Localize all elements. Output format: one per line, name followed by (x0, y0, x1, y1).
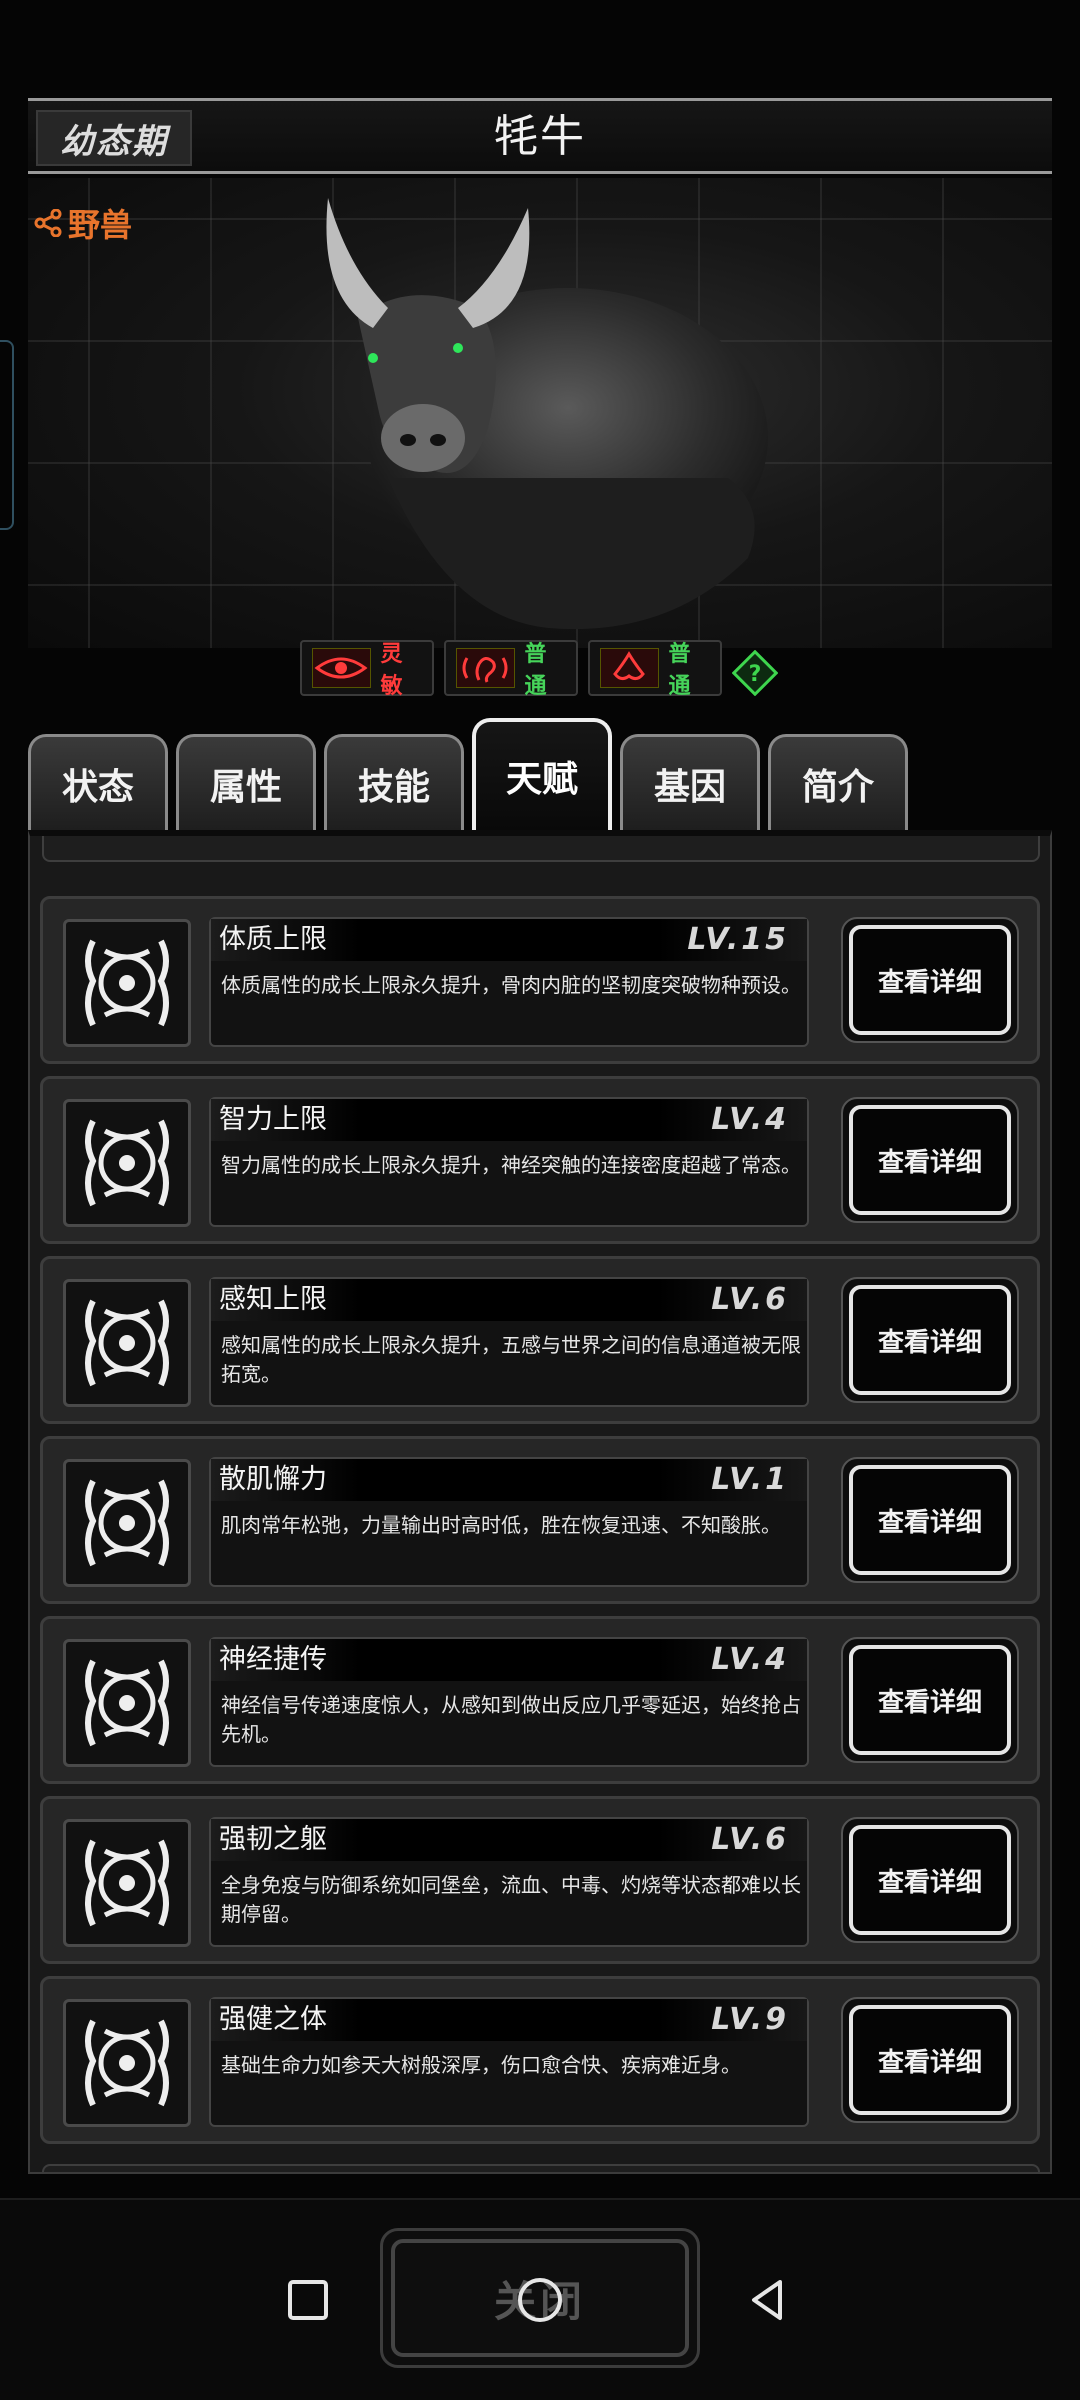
talent-card: 体质上限 LV.15 体质属性的成长上限永久提升，骨肉内脏的坚韧度突破物种预设。… (40, 896, 1040, 1064)
tab-bar: 状态 属性 技能 天赋 基因 简介 (28, 718, 1068, 830)
talent-name: 散肌懈力 (219, 1464, 327, 1495)
talent-rune-icon (63, 1639, 191, 1767)
sight-sense-label: 灵敏 (380, 642, 403, 699)
nose-icon (600, 648, 659, 688)
talent-name: 体质上限 (219, 924, 327, 955)
talent-level: LV.4 (711, 1642, 789, 1677)
talent-rune-icon (63, 1279, 191, 1407)
help-icon[interactable]: ? (732, 650, 778, 696)
talent-level: LV.15 (687, 922, 789, 957)
tab-attributes[interactable]: 属性 (176, 734, 316, 830)
talent-description: 神经信号传递速度惊人，从感知到做出反应几乎零延迟，始终抢占先机。 (221, 1693, 801, 1746)
view-details-button[interactable]: 查看详细 (841, 1637, 1019, 1763)
svg-text:?: ? (749, 662, 762, 687)
view-details-button[interactable]: 查看详细 (841, 1457, 1019, 1583)
view-details-button[interactable]: 查看详细 (841, 1817, 1019, 1943)
back-icon[interactable] (738, 2270, 798, 2330)
talent-description: 智力属性的成长上限永久提升，神经突触的连接密度超越了常态。 (221, 1153, 801, 1177)
talent-card: 智力上限 LV.4 智力属性的成长上限永久提升，神经突触的连接密度超越了常态。 … (40, 1076, 1040, 1244)
talent-description: 肌肉常年松弛，力量输出时高时低，胜在恢复迅速、不知酸胀。 (221, 1513, 781, 1537)
view-details-button[interactable]: 查看详细 (841, 1277, 1019, 1403)
talent-card: 强韧之躯 LV.6 全身免疫与防御系统如同堡垒，流血、中毒、灼烧等状态都难以长期… (40, 1796, 1040, 1964)
talent-card: 感知上限 LV.6 感知属性的成长上限永久提升，五感与世界之间的信息通道被无限拓… (40, 1256, 1040, 1424)
sense-indicators: 灵敏 普通 普通 (0, 640, 1080, 699)
talent-name: 强健之体 (219, 2004, 327, 2035)
talent-card: 散肌懈力 LV.1 肌肉常年松弛，力量输出时高时低，胜在恢复迅速、不知酸胀。 查… (40, 1436, 1040, 1604)
view-details-button[interactable]: 查看详细 (841, 1097, 1019, 1223)
list-item-partial (42, 836, 1040, 862)
talent-description: 基础生命力如参天大树般深厚，伤口愈合快、疾病难近身。 (221, 2053, 741, 2077)
eye-icon (312, 648, 371, 688)
ear-icon (456, 648, 515, 688)
talent-level: LV.6 (711, 1282, 789, 1317)
yak-illustration (326, 198, 768, 630)
share-icon (34, 209, 62, 237)
creature-portrait (28, 178, 1052, 648)
talent-description: 全身免疫与防御系统如同堡垒，流血、中毒、灼烧等状态都难以长期停留。 (221, 1873, 801, 1926)
talent-description: 体质属性的成长上限永久提升，骨肉内脏的坚韧度突破物种预设。 (221, 973, 801, 997)
talent-level: LV.6 (711, 1822, 789, 1857)
talent-name: 神经捷传 (219, 1644, 327, 1675)
talent-rune-icon (63, 1999, 191, 2127)
tab-genes[interactable]: 基因 (620, 734, 760, 830)
talent-level: LV.1 (711, 1462, 789, 1497)
system-nav-bar (0, 2250, 1080, 2350)
talent-name: 强韧之躯 (219, 1824, 327, 1855)
tab-intro[interactable]: 简介 (768, 734, 908, 830)
view-details-button[interactable]: 查看详细 (841, 1997, 1019, 2123)
talent-rune-icon (63, 1819, 191, 1947)
growth-stage-label: 幼态期 (36, 110, 192, 166)
creature-type-tag[interactable]: 野兽 (34, 200, 132, 246)
page-title: 牦牛 (494, 111, 586, 162)
recent-apps-icon[interactable] (278, 2270, 338, 2330)
hearing-sense[interactable]: 普通 (444, 640, 578, 699)
talent-level: LV.4 (711, 1102, 789, 1137)
tab-skills[interactable]: 技能 (324, 734, 464, 830)
talent-name: 智力上限 (219, 1104, 327, 1135)
talent-list[interactable]: 体质上限 LV.15 体质属性的成长上限永久提升，骨肉内脏的坚韧度突破物种预设。… (28, 830, 1052, 2174)
talent-card: 强健之体 LV.9 基础生命力如参天大树般深厚，伤口愈合快、疾病难近身。 查看详… (40, 1976, 1040, 2144)
talent-level: LV.9 (711, 2002, 789, 2037)
sight-sense[interactable]: 灵敏 (300, 640, 434, 699)
tab-talents[interactable]: 天赋 (472, 718, 612, 830)
talent-rune-icon (63, 1099, 191, 1227)
home-icon[interactable] (510, 2270, 570, 2330)
talent-rune-icon (63, 919, 191, 1047)
smell-sense-label: 普通 (668, 642, 691, 699)
left-edge-handle (0, 340, 14, 530)
view-details-button[interactable]: 查看详细 (841, 917, 1019, 1043)
talent-rune-icon (63, 1459, 191, 1587)
tab-status[interactable]: 状态 (28, 734, 168, 830)
smell-sense[interactable]: 普通 (588, 640, 722, 699)
talent-description: 感知属性的成长上限永久提升，五感与世界之间的信息通道被无限拓宽。 (221, 1333, 801, 1386)
hearing-sense-label: 普通 (524, 642, 547, 699)
list-item-partial (42, 2164, 1040, 2172)
talent-card: 神经捷传 LV.4 神经信号传递速度惊人，从感知到做出反应几乎零延迟，始终抢占先… (40, 1616, 1040, 1784)
creature-type-label: 野兽 (68, 206, 133, 244)
talent-name: 感知上限 (219, 1284, 327, 1315)
